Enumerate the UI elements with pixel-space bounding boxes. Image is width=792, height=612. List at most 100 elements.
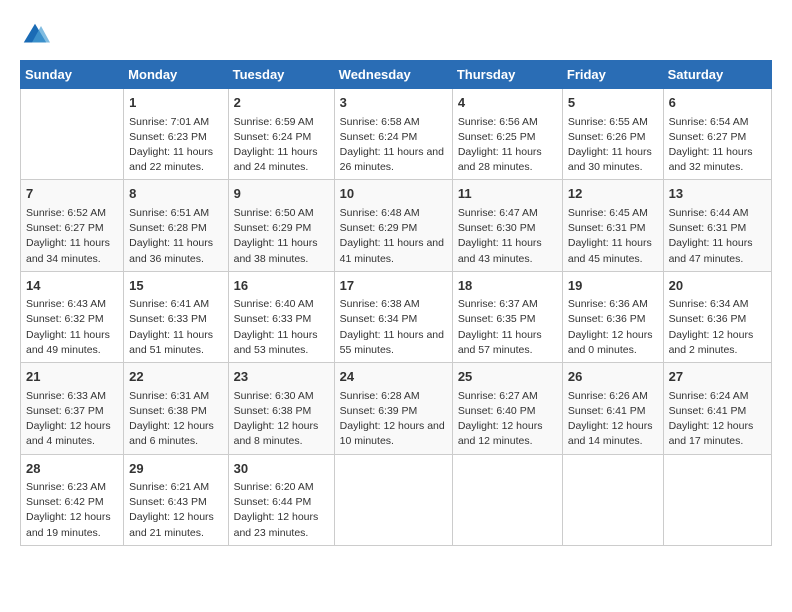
calendar-cell: 23Sunrise: 6:30 AMSunset: 6:38 PMDayligh… <box>228 363 334 454</box>
calendar-cell: 1Sunrise: 7:01 AMSunset: 6:23 PMDaylight… <box>124 89 228 180</box>
week-row-2: 7Sunrise: 6:52 AMSunset: 6:27 PMDaylight… <box>21 180 772 271</box>
calendar-cell: 12Sunrise: 6:45 AMSunset: 6:31 PMDayligh… <box>562 180 663 271</box>
header-monday: Monday <box>124 61 228 89</box>
calendar-cell: 6Sunrise: 6:54 AMSunset: 6:27 PMDaylight… <box>663 89 771 180</box>
calendar-cell: 27Sunrise: 6:24 AMSunset: 6:41 PMDayligh… <box>663 363 771 454</box>
cell-content: Sunrise: 6:47 AMSunset: 6:30 PMDaylight:… <box>458 206 557 267</box>
week-row-3: 14Sunrise: 6:43 AMSunset: 6:32 PMDayligh… <box>21 271 772 362</box>
calendar-cell: 9Sunrise: 6:50 AMSunset: 6:29 PMDaylight… <box>228 180 334 271</box>
cell-content: Sunrise: 6:33 AMSunset: 6:37 PMDaylight:… <box>26 389 118 450</box>
week-row-1: 1Sunrise: 7:01 AMSunset: 6:23 PMDaylight… <box>21 89 772 180</box>
calendar-cell: 7Sunrise: 6:52 AMSunset: 6:27 PMDaylight… <box>21 180 124 271</box>
cell-content: Sunrise: 6:30 AMSunset: 6:38 PMDaylight:… <box>234 389 329 450</box>
header <box>20 20 772 50</box>
header-row: SundayMondayTuesdayWednesdayThursdayFrid… <box>21 61 772 89</box>
cell-content: Sunrise: 6:31 AMSunset: 6:38 PMDaylight:… <box>129 389 222 450</box>
header-thursday: Thursday <box>452 61 562 89</box>
day-number: 12 <box>568 184 658 204</box>
cell-content: Sunrise: 6:56 AMSunset: 6:25 PMDaylight:… <box>458 115 557 176</box>
header-tuesday: Tuesday <box>228 61 334 89</box>
calendar-cell: 2Sunrise: 6:59 AMSunset: 6:24 PMDaylight… <box>228 89 334 180</box>
cell-content: Sunrise: 6:51 AMSunset: 6:28 PMDaylight:… <box>129 206 222 267</box>
day-number: 10 <box>340 184 447 204</box>
day-number: 18 <box>458 276 557 296</box>
header-sunday: Sunday <box>21 61 124 89</box>
day-number: 25 <box>458 367 557 387</box>
day-number: 26 <box>568 367 658 387</box>
day-number: 23 <box>234 367 329 387</box>
day-number: 5 <box>568 93 658 113</box>
cell-content: Sunrise: 7:01 AMSunset: 6:23 PMDaylight:… <box>129 115 222 176</box>
cell-content: Sunrise: 6:41 AMSunset: 6:33 PMDaylight:… <box>129 297 222 358</box>
day-number: 30 <box>234 459 329 479</box>
day-number: 8 <box>129 184 222 204</box>
day-number: 20 <box>669 276 766 296</box>
cell-content: Sunrise: 6:23 AMSunset: 6:42 PMDaylight:… <box>26 480 118 541</box>
calendar-cell: 14Sunrise: 6:43 AMSunset: 6:32 PMDayligh… <box>21 271 124 362</box>
cell-content: Sunrise: 6:40 AMSunset: 6:33 PMDaylight:… <box>234 297 329 358</box>
calendar-cell: 22Sunrise: 6:31 AMSunset: 6:38 PMDayligh… <box>124 363 228 454</box>
cell-content: Sunrise: 6:24 AMSunset: 6:41 PMDaylight:… <box>669 389 766 450</box>
day-number: 11 <box>458 184 557 204</box>
day-number: 9 <box>234 184 329 204</box>
day-number: 6 <box>669 93 766 113</box>
day-number: 14 <box>26 276 118 296</box>
cell-content: Sunrise: 6:34 AMSunset: 6:36 PMDaylight:… <box>669 297 766 358</box>
calendar-cell: 16Sunrise: 6:40 AMSunset: 6:33 PMDayligh… <box>228 271 334 362</box>
calendar-cell: 30Sunrise: 6:20 AMSunset: 6:44 PMDayligh… <box>228 454 334 545</box>
cell-content: Sunrise: 6:54 AMSunset: 6:27 PMDaylight:… <box>669 115 766 176</box>
day-number: 7 <box>26 184 118 204</box>
cell-content: Sunrise: 6:20 AMSunset: 6:44 PMDaylight:… <box>234 480 329 541</box>
calendar-cell: 20Sunrise: 6:34 AMSunset: 6:36 PMDayligh… <box>663 271 771 362</box>
calendar-cell: 11Sunrise: 6:47 AMSunset: 6:30 PMDayligh… <box>452 180 562 271</box>
day-number: 15 <box>129 276 222 296</box>
calendar-cell: 13Sunrise: 6:44 AMSunset: 6:31 PMDayligh… <box>663 180 771 271</box>
cell-content: Sunrise: 6:52 AMSunset: 6:27 PMDaylight:… <box>26 206 118 267</box>
calendar-cell: 15Sunrise: 6:41 AMSunset: 6:33 PMDayligh… <box>124 271 228 362</box>
cell-content: Sunrise: 6:27 AMSunset: 6:40 PMDaylight:… <box>458 389 557 450</box>
calendar-cell: 21Sunrise: 6:33 AMSunset: 6:37 PMDayligh… <box>21 363 124 454</box>
calendar-cell: 5Sunrise: 6:55 AMSunset: 6:26 PMDaylight… <box>562 89 663 180</box>
day-number: 1 <box>129 93 222 113</box>
calendar-cell: 26Sunrise: 6:26 AMSunset: 6:41 PMDayligh… <box>562 363 663 454</box>
logo <box>20 20 54 50</box>
cell-content: Sunrise: 6:45 AMSunset: 6:31 PMDaylight:… <box>568 206 658 267</box>
calendar-cell: 24Sunrise: 6:28 AMSunset: 6:39 PMDayligh… <box>334 363 452 454</box>
calendar-cell: 19Sunrise: 6:36 AMSunset: 6:36 PMDayligh… <box>562 271 663 362</box>
cell-content: Sunrise: 6:36 AMSunset: 6:36 PMDaylight:… <box>568 297 658 358</box>
cell-content: Sunrise: 6:48 AMSunset: 6:29 PMDaylight:… <box>340 206 447 267</box>
day-number: 27 <box>669 367 766 387</box>
cell-content: Sunrise: 6:44 AMSunset: 6:31 PMDaylight:… <box>669 206 766 267</box>
calendar-cell <box>21 89 124 180</box>
calendar-cell <box>562 454 663 545</box>
day-number: 16 <box>234 276 329 296</box>
calendar-cell <box>663 454 771 545</box>
cell-content: Sunrise: 6:38 AMSunset: 6:34 PMDaylight:… <box>340 297 447 358</box>
calendar-cell: 17Sunrise: 6:38 AMSunset: 6:34 PMDayligh… <box>334 271 452 362</box>
logo-icon <box>20 20 50 50</box>
header-saturday: Saturday <box>663 61 771 89</box>
calendar-table: SundayMondayTuesdayWednesdayThursdayFrid… <box>20 60 772 546</box>
cell-content: Sunrise: 6:59 AMSunset: 6:24 PMDaylight:… <box>234 115 329 176</box>
day-number: 4 <box>458 93 557 113</box>
day-number: 19 <box>568 276 658 296</box>
week-row-5: 28Sunrise: 6:23 AMSunset: 6:42 PMDayligh… <box>21 454 772 545</box>
day-number: 24 <box>340 367 447 387</box>
cell-content: Sunrise: 6:55 AMSunset: 6:26 PMDaylight:… <box>568 115 658 176</box>
calendar-cell: 3Sunrise: 6:58 AMSunset: 6:24 PMDaylight… <box>334 89 452 180</box>
day-number: 22 <box>129 367 222 387</box>
cell-content: Sunrise: 6:58 AMSunset: 6:24 PMDaylight:… <box>340 115 447 176</box>
cell-content: Sunrise: 6:43 AMSunset: 6:32 PMDaylight:… <box>26 297 118 358</box>
day-number: 17 <box>340 276 447 296</box>
cell-content: Sunrise: 6:50 AMSunset: 6:29 PMDaylight:… <box>234 206 329 267</box>
header-friday: Friday <box>562 61 663 89</box>
day-number: 29 <box>129 459 222 479</box>
day-number: 21 <box>26 367 118 387</box>
calendar-cell: 18Sunrise: 6:37 AMSunset: 6:35 PMDayligh… <box>452 271 562 362</box>
calendar-cell: 8Sunrise: 6:51 AMSunset: 6:28 PMDaylight… <box>124 180 228 271</box>
header-wednesday: Wednesday <box>334 61 452 89</box>
calendar-cell: 10Sunrise: 6:48 AMSunset: 6:29 PMDayligh… <box>334 180 452 271</box>
day-number: 2 <box>234 93 329 113</box>
day-number: 13 <box>669 184 766 204</box>
day-number: 3 <box>340 93 447 113</box>
